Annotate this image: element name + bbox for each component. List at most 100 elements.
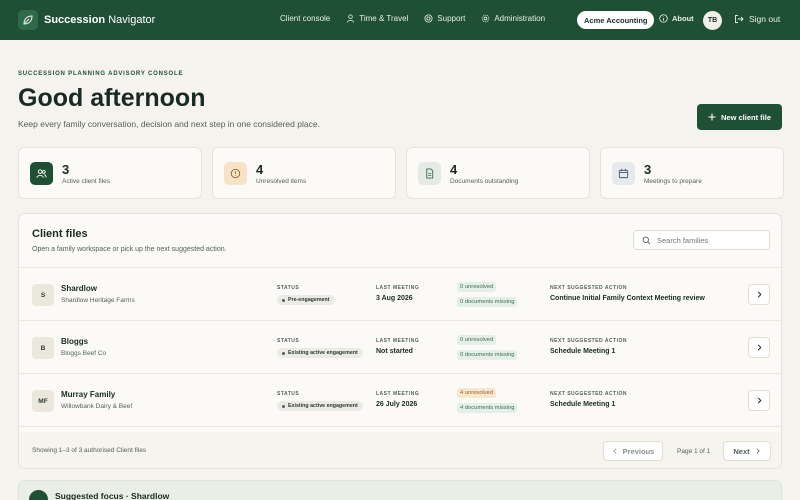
brand[interactable]: Succession Navigator bbox=[18, 10, 155, 30]
stat-value: 4 bbox=[256, 162, 264, 177]
family-avatar: S bbox=[32, 284, 54, 306]
lifebuoy-icon bbox=[424, 14, 433, 23]
stat-value: 3 bbox=[644, 162, 652, 177]
nav-client-console[interactable]: Client console bbox=[280, 14, 330, 23]
leaf-logo-icon bbox=[18, 10, 38, 30]
page-subtitle: Keep every family conversation, decision… bbox=[18, 119, 320, 129]
sign-out-button[interactable]: Sign out bbox=[734, 14, 780, 24]
next-action-caption: NEXT SUGGESTED ACTION bbox=[550, 285, 627, 291]
documents-missing-badge: 0 documents missing bbox=[457, 297, 518, 307]
top-navigation-bar: Succession Navigator Client console Time… bbox=[0, 0, 800, 40]
last-meeting-value: Not started bbox=[376, 348, 413, 355]
sign-out-icon bbox=[735, 15, 744, 23]
open-row-button[interactable] bbox=[748, 390, 770, 411]
chevron-left-icon bbox=[612, 448, 617, 454]
last-meeting-value: 3 Aug 2026 bbox=[376, 295, 413, 302]
nav-support[interactable]: Support bbox=[424, 14, 465, 23]
status-caption: STATUS bbox=[277, 391, 300, 397]
stat-card-documents[interactable]: 4 Documents outstanding bbox=[406, 147, 590, 199]
unresolved-badge: 0 unresolved bbox=[457, 282, 497, 292]
nav-time-travel-label: Time & Travel bbox=[359, 14, 409, 23]
status-badge: Existing active engagement bbox=[277, 348, 363, 358]
table-row[interactable]: S Shardlow Shardlow Heritage Farms STATU… bbox=[19, 268, 781, 321]
status-dot-icon bbox=[282, 404, 285, 408]
documents-missing-badge: 4 documents missing bbox=[457, 403, 518, 413]
family-name[interactable]: Shardlow bbox=[61, 284, 97, 293]
page-eyebrow: SUCCESSION PLANNING ADVISORY CONSOLE bbox=[18, 71, 184, 77]
stat-value: 3 bbox=[62, 162, 70, 177]
about-link[interactable]: About bbox=[659, 14, 694, 23]
next-action-caption: NEXT SUGGESTED ACTION bbox=[550, 391, 627, 397]
farm-name: Willowbank Dairy & Beef bbox=[61, 403, 133, 410]
client-files-panel: Client files Open a family workspace or … bbox=[18, 213, 782, 469]
focus-icon bbox=[29, 490, 48, 500]
nav-time-travel[interactable]: Time & Travel bbox=[346, 14, 408, 23]
status-dot-icon bbox=[282, 351, 285, 355]
page-title: Good afternoon bbox=[18, 84, 206, 112]
stat-card-meetings[interactable]: 3 Meetings to prepare bbox=[600, 147, 784, 199]
app-title: Succession Navigator bbox=[44, 14, 156, 26]
status-badge: Existing active engagement bbox=[277, 401, 363, 411]
next-label: Next bbox=[733, 446, 750, 456]
chevron-right-icon bbox=[757, 397, 761, 404]
open-row-button[interactable] bbox=[748, 337, 770, 358]
pagination-bar: Showing 1–3 of 3 authorised Client files… bbox=[19, 432, 781, 468]
last-meeting-caption: LAST MEETING bbox=[376, 338, 420, 344]
user-avatar[interactable]: TB bbox=[703, 11, 722, 30]
stat-card-active-files[interactable]: 3 Active client files bbox=[18, 147, 202, 199]
calendar-icon bbox=[612, 162, 635, 185]
status-dot-icon bbox=[282, 298, 285, 302]
stat-card-unresolved[interactable]: 4 Unresolved items bbox=[212, 147, 396, 199]
search-box[interactable] bbox=[633, 230, 770, 250]
stat-label: Unresolved items bbox=[256, 178, 307, 185]
client-files-subtitle: Open a family workspace or pick up the n… bbox=[32, 246, 227, 253]
stat-label: Meetings to prepare bbox=[644, 178, 702, 185]
main-nav: Client console Time & Travel Support Adm… bbox=[280, 14, 545, 23]
info-icon bbox=[659, 14, 668, 23]
chevron-right-icon bbox=[757, 344, 761, 351]
stat-label: Documents outstanding bbox=[450, 178, 519, 185]
next-page-button[interactable]: Next bbox=[723, 441, 771, 461]
previous-page-button[interactable]: Previous bbox=[603, 441, 663, 461]
open-row-button[interactable] bbox=[748, 284, 770, 305]
next-action-caption: NEXT SUGGESTED ACTION bbox=[550, 338, 627, 344]
unresolved-badge: 0 unresolved bbox=[457, 335, 497, 345]
unresolved-badge: 4 unresolved bbox=[457, 388, 497, 398]
person-icon bbox=[347, 14, 355, 23]
last-meeting-caption: LAST MEETING bbox=[376, 285, 420, 291]
new-client-file-button[interactable]: New client file bbox=[697, 104, 782, 130]
stat-label: Active client files bbox=[62, 178, 111, 185]
status-text: Existing active engagement bbox=[288, 350, 358, 356]
stat-value: 4 bbox=[450, 162, 458, 177]
table-row[interactable]: MF Murray Family Willowbank Dairy & Beef… bbox=[19, 374, 781, 427]
table-row[interactable]: B Bloggs Bloggs Beef Co STATUS Existing … bbox=[19, 321, 781, 374]
farm-name: Bloggs Beef Co bbox=[61, 350, 107, 357]
page-indicator: Page 1 of 1 bbox=[677, 448, 711, 455]
suggested-focus-card[interactable]: Suggested focus · Shardlow bbox=[18, 480, 782, 500]
last-meeting-value: 26 July 2026 bbox=[376, 401, 418, 408]
last-meeting-caption: LAST MEETING bbox=[376, 391, 420, 397]
summary-stats: 3 Active client files 4 Unresolved items… bbox=[18, 147, 784, 199]
client-files-title: Client files bbox=[32, 228, 88, 240]
next-action-value: Schedule Meeting 1 bbox=[550, 348, 616, 355]
farm-name: Shardlow Heritage Farms bbox=[61, 297, 135, 304]
status-text: Existing active engagement bbox=[288, 403, 358, 409]
nav-support-label: Support bbox=[437, 14, 466, 23]
chevron-right-icon bbox=[757, 291, 761, 298]
organisation-switcher[interactable]: Acme Accounting bbox=[577, 11, 655, 29]
next-action-value: Schedule Meeting 1 bbox=[550, 401, 616, 408]
documents-missing-badge: 0 documents missing bbox=[457, 350, 518, 360]
family-name[interactable]: Bloggs bbox=[61, 337, 88, 346]
results-count: Showing 1–3 of 3 authorised Client files bbox=[32, 447, 147, 454]
family-avatar: MF bbox=[32, 390, 54, 412]
search-icon bbox=[642, 236, 651, 244]
family-name[interactable]: Murray Family bbox=[61, 390, 115, 399]
client-files-table: S Shardlow Shardlow Heritage Farms STATU… bbox=[19, 267, 781, 427]
chevron-right-icon bbox=[756, 448, 760, 454]
suggested-focus-title: Suggested focus · Shardlow bbox=[55, 491, 170, 500]
people-icon bbox=[30, 162, 53, 185]
search-input[interactable] bbox=[657, 235, 767, 245]
nav-client-console-label: Client console bbox=[280, 14, 331, 23]
nav-administration[interactable]: Administration bbox=[481, 14, 545, 23]
next-action-value: Continue Initial Family Context Meeting … bbox=[550, 295, 705, 302]
